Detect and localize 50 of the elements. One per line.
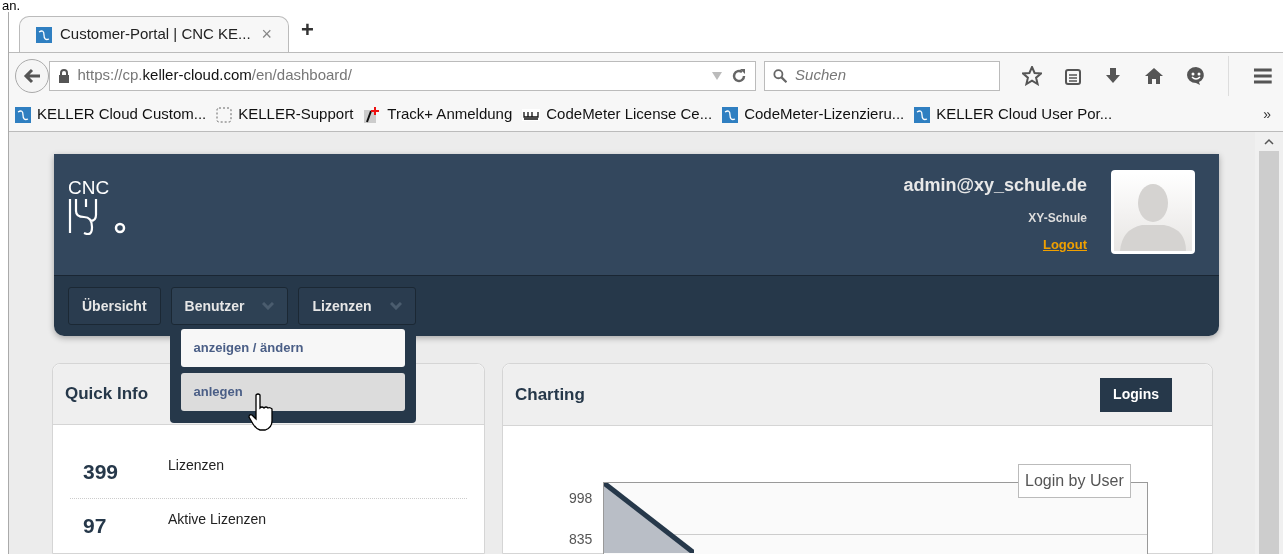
panel-title: Quick Info bbox=[65, 383, 149, 406]
bookmark-item[interactable]: CodeMeter License Ce... bbox=[522, 103, 713, 126]
logins-button[interactable]: Logins bbox=[1100, 377, 1172, 412]
flag-icon bbox=[363, 105, 382, 124]
search-icon bbox=[772, 67, 788, 84]
organization-name: XY-Schule bbox=[1028, 210, 1087, 227]
logout-link[interactable]: Logout bbox=[1042, 235, 1087, 255]
bookmark-item[interactable]: KELLER-Support bbox=[216, 103, 354, 126]
bookmark-item[interactable]: KELLER Cloud User Por... bbox=[914, 103, 1113, 126]
logo-icon bbox=[914, 106, 931, 123]
lock-icon bbox=[57, 68, 70, 83]
dashed-square-icon bbox=[216, 106, 233, 123]
logo-icon bbox=[15, 106, 31, 123]
bookmark-item[interactable]: Track+ Anmeldung bbox=[363, 103, 513, 126]
logo-icon bbox=[36, 26, 52, 43]
stat-label: Lizenzen bbox=[168, 456, 225, 475]
stat-label: Aktive Lizenzen bbox=[168, 510, 267, 529]
tab-title: Customer-Portal | CNC KE... bbox=[60, 24, 251, 45]
stat-value: 97 bbox=[82, 515, 108, 536]
nav-button[interactable]: Übersicht bbox=[68, 287, 161, 325]
url-field[interactable]: https://cp.keller-cloud.com/en/dashboard/ bbox=[48, 60, 756, 91]
clipboard-icon[interactable] bbox=[1064, 66, 1083, 85]
cnc-logo: CNC bbox=[68, 178, 126, 235]
bookmark-item[interactable]: CodeMeter-Lizenzieru... bbox=[722, 103, 905, 126]
smiley-icon[interactable] bbox=[1186, 65, 1207, 86]
bookmark-item[interactable]: KELLER Cloud Custom... bbox=[15, 103, 207, 126]
star-icon[interactable] bbox=[1022, 65, 1043, 86]
search-box[interactable]: Suchen bbox=[763, 60, 1001, 91]
nav-button[interactable]: Lizenzen bbox=[298, 287, 416, 325]
reload-icon[interactable] bbox=[730, 67, 747, 84]
home-icon[interactable] bbox=[1144, 66, 1165, 85]
user-email: admin@xy_schule.de bbox=[903, 174, 1087, 197]
stat-value: 399 bbox=[82, 461, 120, 482]
new-tab-button[interactable]: + bbox=[301, 13, 314, 46]
search-field[interactable]: Suchen bbox=[795, 64, 992, 87]
menu-item[interactable]: anzeigen / ändern bbox=[180, 329, 405, 367]
back-button[interactable] bbox=[15, 58, 49, 93]
back-arrow-icon bbox=[22, 67, 41, 84]
logo-icon bbox=[722, 106, 739, 123]
scrollbar-thumb[interactable] bbox=[1259, 151, 1279, 554]
menu-icon[interactable] bbox=[1253, 66, 1273, 85]
axis-tick-label: 835 bbox=[569, 530, 593, 549]
more-bookmarks-button[interactable]: » bbox=[1263, 104, 1271, 125]
download-icon[interactable] bbox=[1104, 66, 1123, 85]
cut-off-text: an. bbox=[2, 0, 21, 12]
url-text: https://cp.keller-cloud.com/en/dashboard/ bbox=[77, 65, 352, 86]
chart-legend: Login by User bbox=[1018, 464, 1131, 498]
browser-tab[interactable]: Customer-Portal | CNC KE... × bbox=[19, 16, 289, 52]
panel-title: Charting bbox=[515, 383, 585, 406]
axis-tick-label: 998 bbox=[569, 489, 593, 508]
